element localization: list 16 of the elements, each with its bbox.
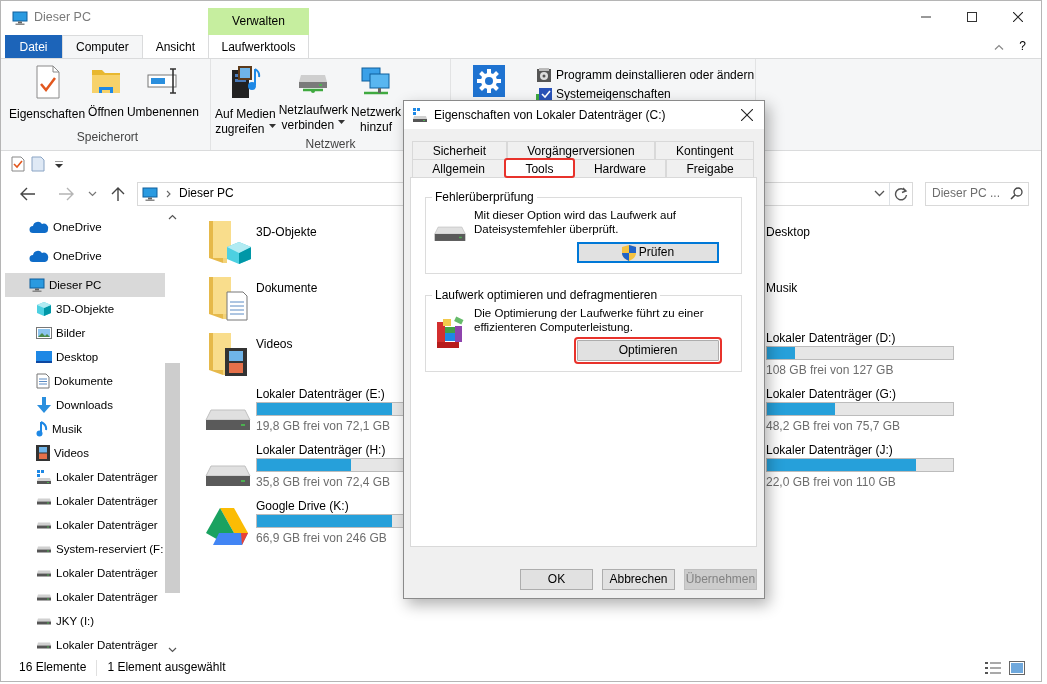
item-count: 16 Elemente [19, 660, 87, 675]
free-space-text: 108 GB frei von 127 GB [766, 362, 895, 378]
group-title: Fehlerüberprüfung [434, 190, 535, 204]
free-space-text: 66,9 GB frei von 246 GB [256, 530, 388, 546]
window-title: Dieser PC [34, 10, 91, 26]
group-description: Mit dieser Option wird das Laufwerk auf Dateisystemfehler überprüft. [474, 208, 677, 236]
free-space-text: 19,8 GB frei von 72,1 GB [256, 418, 392, 434]
free-space-text: 22,0 GB frei von 110 GB [766, 474, 897, 490]
context-tab-group-label: Verwalten [207, 8, 309, 35]
dialog-title: Eigenschaften von Lokaler Datenträger (C:) [434, 107, 666, 123]
ribbon-group-label: Speicherort [75, 130, 140, 146]
selection-status: 1 Element ausgewählt [107, 660, 226, 675]
group-description: Die Optimierung der Laufwerke führt zu einer effizienteren Computerleistung. [474, 306, 705, 334]
free-space-text: 48,2 GB frei von 75,7 GB [766, 418, 902, 434]
group-title: Laufwerk optimieren und defragmentieren [434, 288, 659, 302]
free-space-text: 35,8 GB frei von 72,4 GB [256, 474, 392, 490]
